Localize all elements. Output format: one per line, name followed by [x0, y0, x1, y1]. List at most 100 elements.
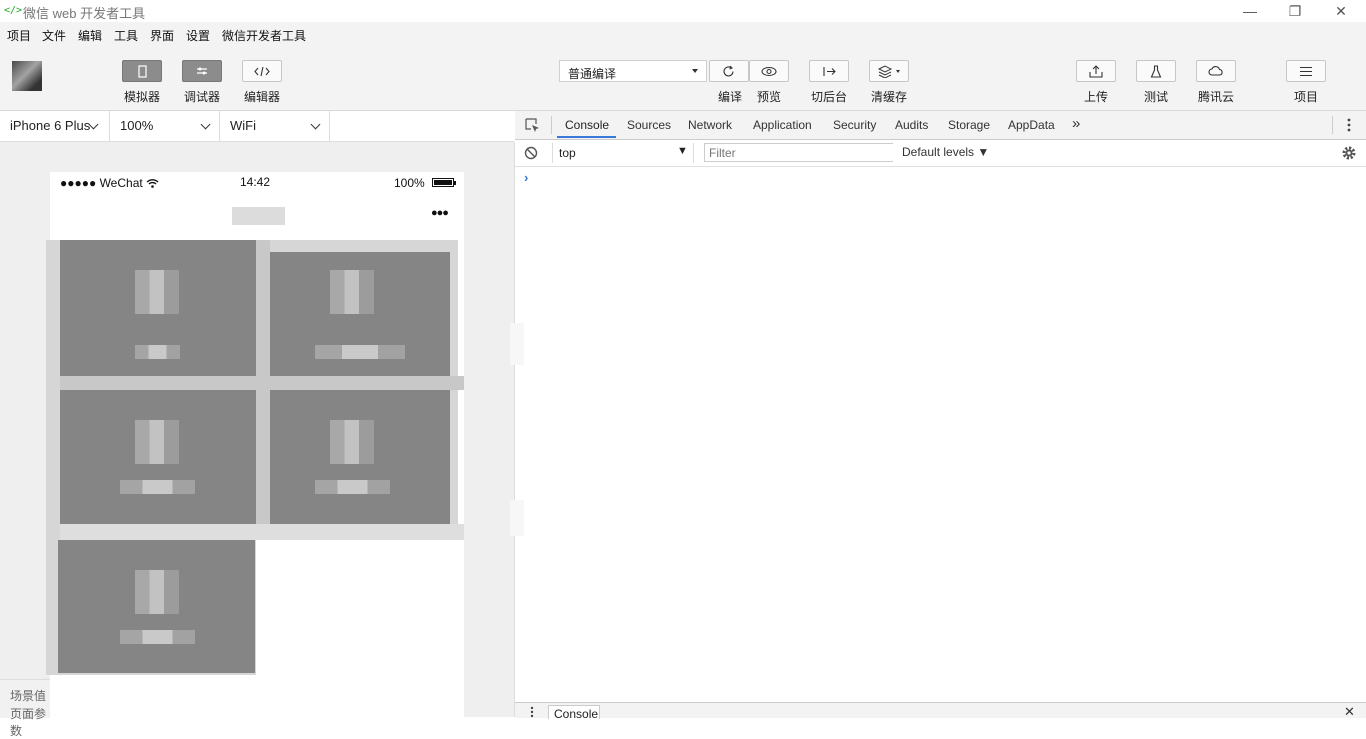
more-tabs-icon[interactable]: » — [1072, 115, 1080, 132]
menu-view[interactable]: 界面 — [150, 27, 174, 44]
tab-appdata[interactable]: AppData — [1008, 118, 1055, 132]
simulator-label: 模拟器 — [123, 90, 160, 104]
zoom-select[interactable]: 100% — [110, 111, 220, 141]
tab-application[interactable]: Application — [753, 118, 812, 132]
menu-tools[interactable]: 工具 — [114, 27, 138, 44]
item-label-blurred — [135, 345, 180, 359]
context-select[interactable]: top ▼ — [552, 143, 694, 163]
clear-cache-button[interactable] — [869, 60, 909, 82]
switch-background-icon — [823, 67, 836, 76]
grid-item[interactable] — [270, 252, 450, 376]
network-value: WiFi — [230, 118, 256, 133]
menu-file[interactable]: 文件 — [42, 27, 66, 44]
clear-console-icon[interactable] — [524, 146, 538, 160]
resize-handle[interactable] — [510, 323, 524, 365]
item-icon — [135, 570, 179, 614]
device-select[interactable]: iPhone 6 Plus — [0, 111, 110, 141]
toolbar: 模拟器 调试器 编辑器 普通编译 编译 预览 切后台 清缓存 上传 测试 腾讯云… — [0, 48, 1366, 111]
menu-project[interactable]: 项目 — [7, 27, 31, 44]
tab-audits[interactable]: Audits — [895, 118, 928, 132]
clear-cache-label: 清缓存 — [870, 90, 907, 104]
console-prompt-icon[interactable]: › — [524, 170, 528, 185]
code-icon — [254, 66, 270, 77]
eye-icon — [761, 66, 777, 77]
tab-console[interactable]: Console — [565, 118, 609, 132]
test-label: 测试 — [1143, 90, 1168, 104]
preview-button[interactable] — [749, 60, 789, 82]
page-params-label: 页面参数 — [10, 707, 47, 738]
tab-network[interactable]: Network — [688, 118, 732, 132]
kebab-menu-icon[interactable] — [1347, 118, 1351, 132]
resize-handle[interactable] — [510, 500, 524, 536]
chevron-down-icon — [310, 119, 321, 130]
preview-label: 预览 — [756, 90, 781, 104]
layers-icon — [878, 65, 900, 78]
item-icon — [135, 420, 179, 464]
upload-label: 上传 — [1083, 90, 1108, 104]
divider — [551, 116, 552, 134]
page-title-blurred — [232, 195, 285, 225]
empty-cell — [256, 540, 464, 680]
compile-button[interactable] — [709, 60, 749, 82]
divider — [1332, 116, 1333, 134]
compile-mode-select[interactable]: 普通编译 — [559, 60, 707, 82]
minimize-button[interactable]: — — [1230, 0, 1270, 22]
menu-settings[interactable]: 设置 — [186, 27, 210, 44]
more-menu-button[interactable]: ●●● — [431, 207, 449, 219]
device-value: iPhone 6 Plus — [10, 118, 91, 133]
menu-edit[interactable]: 编辑 — [78, 27, 102, 44]
item-label-blurred — [120, 630, 195, 644]
grid-item[interactable] — [60, 390, 256, 524]
upload-icon — [1089, 65, 1103, 78]
grid-item[interactable] — [60, 240, 256, 376]
drawer-menu-icon[interactable] — [530, 706, 534, 718]
simulator-button[interactable] — [122, 60, 162, 82]
project-button[interactable] — [1286, 60, 1326, 82]
context-value: top — [559, 146, 576, 160]
log-levels-select[interactable]: Default levels ▼ — [902, 145, 989, 159]
item-label-blurred — [315, 345, 405, 359]
debugger-button[interactable] — [182, 60, 222, 82]
wifi-icon — [146, 179, 159, 188]
project-label: 项目 — [1293, 90, 1318, 104]
editor-button[interactable] — [242, 60, 282, 82]
restore-button[interactable]: ❐ — [1275, 0, 1315, 22]
background-button[interactable] — [809, 60, 849, 82]
inspect-element-icon[interactable] — [524, 117, 540, 133]
test-button[interactable] — [1136, 60, 1176, 82]
battery-icon — [432, 178, 456, 187]
dropdown-triangle-icon: ▼ — [677, 145, 688, 157]
menu-bar: 项目 文件 编辑 工具 界面 设置 微信开发者工具 — [0, 22, 1366, 48]
tab-security[interactable]: Security — [833, 118, 876, 132]
cloud-icon — [1208, 66, 1223, 76]
debugger-label: 调试器 — [183, 90, 220, 104]
tencent-cloud-button[interactable] — [1196, 60, 1236, 82]
background-label: 切后台 — [810, 90, 847, 104]
filter-field[interactable] — [704, 143, 893, 162]
app-logo-icon: </> — [4, 5, 23, 16]
drawer-tab-label: Console — [554, 707, 599, 721]
filter-input[interactable] — [705, 144, 893, 161]
tab-storage[interactable]: Storage — [948, 118, 990, 132]
upload-button[interactable] — [1076, 60, 1116, 82]
refresh-icon — [723, 65, 734, 77]
battery-percent: 100% — [394, 176, 425, 190]
item-label-blurred — [120, 480, 195, 494]
close-button[interactable]: ✕ — [1321, 0, 1361, 22]
close-drawer-icon[interactable]: ✕ — [1344, 704, 1355, 720]
grid-item[interactable] — [58, 540, 255, 673]
network-select[interactable]: WiFi — [220, 111, 330, 141]
gear-icon[interactable] — [1341, 145, 1357, 161]
compile-mode-value: 普通编译 — [568, 67, 617, 81]
item-icon — [330, 270, 374, 314]
menu-wechat-devtools[interactable]: 微信开发者工具 — [222, 27, 306, 44]
debug-icon — [197, 67, 207, 75]
carrier-label: ●●●●● WeChat — [60, 176, 143, 190]
flask-icon — [1150, 65, 1162, 78]
clock: 14:42 — [240, 175, 271, 189]
grid-item[interactable] — [270, 390, 450, 524]
tab-sources[interactable]: Sources — [627, 118, 671, 132]
editor-label: 编辑器 — [243, 90, 280, 104]
phone-icon — [138, 65, 147, 78]
avatar[interactable] — [12, 61, 42, 91]
